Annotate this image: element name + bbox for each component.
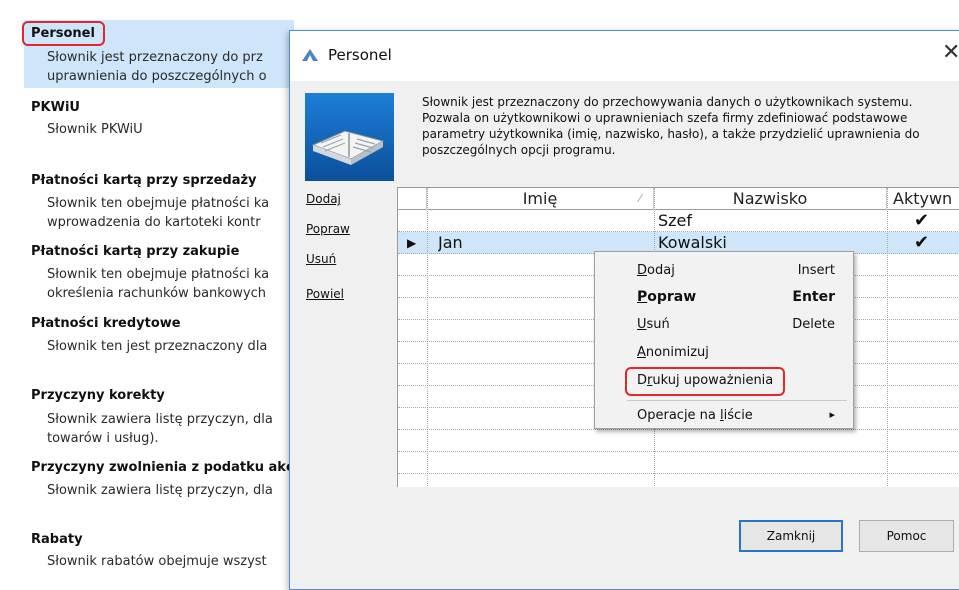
dict-item-desc: Słownik ten obejmuje płatności ka <box>47 196 270 211</box>
edit-link[interactable]: Popraw <box>306 222 350 236</box>
submenu-arrow-icon: ▸ <box>829 408 835 421</box>
mnemonic: U <box>637 317 647 332</box>
duplicate-link[interactable]: Powiel <box>306 287 344 301</box>
menu-item-anonymize[interactable]: Anonimizuj <box>595 340 853 366</box>
table-row-empty[interactable] <box>398 474 959 487</box>
table-row[interactable]: Szef ✔ <box>398 210 959 232</box>
menu-item-delete[interactable]: Usuń Delete <box>595 312 853 338</box>
menu-item-edit[interactable]: Popraw Enter <box>595 284 853 310</box>
mnemonic: A <box>637 345 646 360</box>
dict-item-desc: wprowadzenia do kartoteki kontr <box>47 215 261 230</box>
label-rest: opraw <box>647 289 697 305</box>
column-header-active[interactable]: Aktywn <box>887 188 959 210</box>
dict-item-desc: Słownik ten jest przeznaczony dla <box>47 339 268 354</box>
cell-last-name: Szef <box>658 211 693 230</box>
mnemonic: P <box>637 289 648 305</box>
cell-first-name: Jan <box>438 233 463 252</box>
shortcut-label: Enter <box>792 289 835 305</box>
dialog-description: Słownik jest przeznaczony do przechowywa… <box>422 95 920 157</box>
check-icon: ✔ <box>914 232 930 253</box>
column-label: Imię <box>522 189 558 208</box>
app-icon <box>302 49 318 61</box>
dict-item-desc: uprawnienia do poszczególnych o <box>47 69 267 84</box>
dict-item-title[interactable]: Płatności kredytowe <box>31 316 181 331</box>
menu-separator <box>627 400 847 401</box>
table-row-empty[interactable] <box>398 452 959 474</box>
shortcut-label: Delete <box>792 317 835 332</box>
label-rest: nonimizuj <box>645 345 709 360</box>
dict-item-desc: Słownik ten obejmuje płatności ka <box>47 267 270 282</box>
dict-item-title[interactable]: PKWiU <box>31 100 80 115</box>
dict-item-desc: towarów i usług). <box>47 431 159 446</box>
row-indicator-header <box>398 188 427 210</box>
add-link[interactable]: Dodaj <box>306 192 341 206</box>
dict-item-desc: Słownik zawiera listę przyczyn, dla <box>47 412 273 427</box>
dict-item-title[interactable]: Rabaty <box>31 532 83 547</box>
grid-column-divider <box>887 188 888 487</box>
dialog-titlebar[interactable]: Personel ✕ <box>290 31 959 81</box>
grid-column-divider <box>427 188 428 487</box>
grid-header: Imię ⁄ Nazwisko Aktywn <box>398 188 959 210</box>
dict-item-desc: określenia rachunków bankowych <box>47 286 267 301</box>
close-icon[interactable]: ✕ <box>942 40 959 65</box>
label-rest: iście <box>723 408 753 423</box>
delete-link[interactable]: Usuń <box>306 252 336 266</box>
column-header-last-name[interactable]: Nazwisko <box>654 188 887 210</box>
mnemonic: D <box>637 263 648 278</box>
dict-item-title[interactable]: Przyczyny korekty <box>31 388 165 403</box>
sort-icon: ⁄ <box>639 192 641 205</box>
check-icon: ✔ <box>914 210 930 231</box>
column-header-first-name[interactable]: Imię ⁄ <box>427 188 654 210</box>
dict-item-desc: Słownik PKWiU <box>47 122 143 137</box>
label-start: Operacje na <box>637 408 721 423</box>
highlight-box-personel <box>22 21 105 46</box>
label-rest: suń <box>646 317 670 332</box>
help-button[interactable]: Pomoc <box>859 520 954 552</box>
menu-item-label: Operacje na liście <box>637 408 753 423</box>
menu-item-add[interactable]: Dodaj Insert <box>595 258 853 284</box>
dict-item-desc: Słownik rabatów obejmuje wszyst <box>47 554 267 569</box>
table-row-empty[interactable] <box>398 430 959 452</box>
dialog-title: Personel <box>328 46 392 64</box>
context-menu: Dodaj Insert Popraw Enter Usuń Delete An… <box>594 251 854 429</box>
menu-item-label: Usuń <box>637 317 670 332</box>
dict-item-desc: Słownik jest przeznaczony do prz <box>47 50 263 65</box>
dict-item-title[interactable]: Płatności kartą przy sprzedaży <box>31 173 257 188</box>
close-button[interactable]: Zamknij <box>739 520 843 552</box>
book-icon <box>305 93 394 181</box>
menu-item-label: Popraw <box>637 289 696 305</box>
label-rest: odaj <box>647 263 675 278</box>
dict-item-title[interactable]: Płatności kartą przy zakupie <box>31 244 239 259</box>
menu-item-label: Dodaj <box>637 263 675 278</box>
highlight-box-print <box>625 367 785 396</box>
shortcut-label: Insert <box>797 263 835 278</box>
dict-item-desc: Słownik zawiera listę przyczyn, dla <box>47 483 273 498</box>
menu-item-list-operations[interactable]: Operacje na liście ▸ <box>595 403 853 429</box>
menu-item-label: Anonimizuj <box>637 345 709 360</box>
dict-item-title[interactable]: Przyczyny zwolnienia z podatku akc <box>31 460 294 475</box>
row-pointer-icon: ▶ <box>407 236 417 250</box>
